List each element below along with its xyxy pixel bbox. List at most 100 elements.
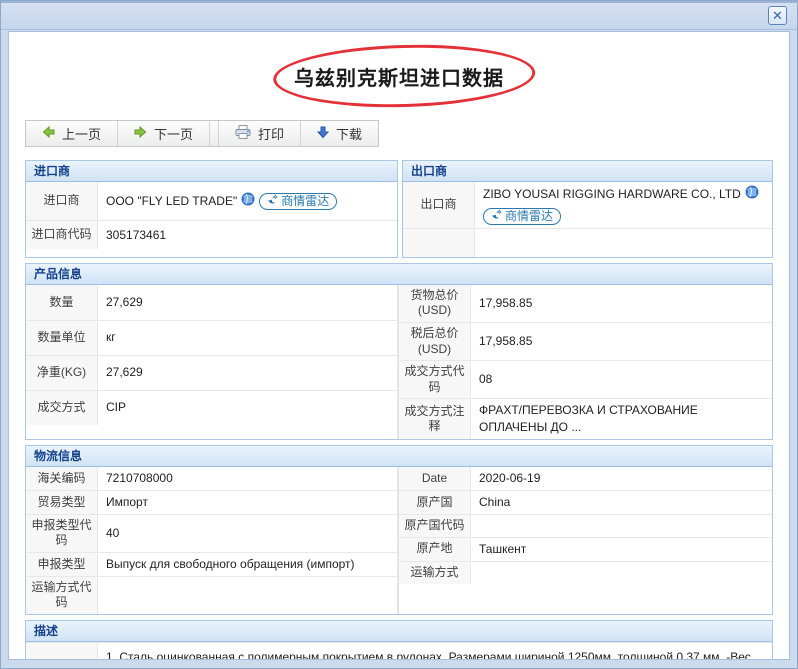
field-label: 数量 <box>26 285 98 320</box>
logistics-info-section: 物流信息 海关编码 7210708000 贸易类型 Импорт 申报类型代码 … <box>25 445 773 615</box>
field-label: 申报类型 <box>26 553 98 576</box>
dialog-content: 乌兹别克斯坦进口数据 上一页 下一页 <box>8 31 790 660</box>
dialog-titlebar <box>1 1 797 30</box>
arrow-left-icon <box>42 126 55 141</box>
field-value: ФРАХТ/ПЕРЕВОЗКА И СТРАХОВАНИЕ ОПЛАЧЕНЫ Д… <box>471 399 772 439</box>
product-right-table: 货物总价 (USD) 17,958.85 税后总价 (USD) 17,958.8… <box>398 285 772 439</box>
table-row: 运输方式 <box>399 561 772 584</box>
table-row: 原产国代码 <box>399 514 772 537</box>
field-label: 原产国代码 <box>399 515 471 537</box>
radar-badge-label: 商情雷达 <box>281 193 329 210</box>
exporter-name-text: ZIBO YOUSAI RIGGING HARDWARE CO., LTD <box>483 186 741 203</box>
field-value: China <box>471 491 772 514</box>
exporter-name-value: ZIBO YOUSAI RIGGING HARDWARE CO., LTD <box>475 182 772 228</box>
table-row: 进口商 OOO "FLY LED TRADE" <box>26 182 397 220</box>
table-row: 运输方式代码 <box>26 576 397 614</box>
table-row: 产品描述 1. Сталь оцинкованная с полимерным … <box>26 642 772 660</box>
exporter-radar-badge[interactable]: 商情雷达 <box>483 208 561 225</box>
table-row <box>403 228 772 257</box>
field-label: 货物总价 (USD) <box>399 285 471 322</box>
field-label: 贸易类型 <box>26 491 98 514</box>
product-info-header: 产品信息 <box>26 264 772 285</box>
importer-code-value: 305173461 <box>98 221 397 249</box>
importer-exporter-section: 进口商 进口商 OOO "FLY LED TRADE" <box>25 160 773 258</box>
table-row: 申报类型代码 40 <box>26 514 397 552</box>
logistics-left-table: 海关编码 7210708000 贸易类型 Импорт 申报类型代码 40 申报… <box>26 467 398 614</box>
satellite-dish-icon <box>267 193 278 210</box>
globe-icon[interactable] <box>241 192 255 211</box>
arrow-right-icon <box>134 126 147 141</box>
table-row: 成交方式注释 ФРАХТ/ПЕРЕВОЗКА И СТРАХОВАНИЕ ОПЛ… <box>399 398 772 439</box>
print-button[interactable]: 打印 <box>219 121 301 146</box>
field-label: 成交方式 <box>26 391 98 425</box>
field-label: 海关编码 <box>26 467 98 490</box>
download-button[interactable]: 下载 <box>301 121 378 146</box>
next-page-button[interactable]: 下一页 <box>118 121 210 146</box>
description-section: 描述 产品描述 1. Сталь оцинкованная с полимерн… <box>25 620 773 660</box>
table-row: 贸易类型 Импорт <box>26 490 397 514</box>
description-value: 1. Сталь оцинкованная с полимерным покры… <box>98 643 772 660</box>
field-value: 17,958.85 <box>471 285 772 322</box>
prev-page-label: 上一页 <box>62 124 101 143</box>
exporter-name-label: 出口商 <box>403 182 475 228</box>
table-row: 数量单位 кг <box>26 320 397 355</box>
field-value <box>98 577 397 614</box>
field-label: 净重(KG) <box>26 356 98 390</box>
logistics-right-table: Date 2020-06-19 原产国 China 原产国代码 原产地 Ташк… <box>398 467 772 614</box>
table-row: 税后总价 (USD) 17,958.85 <box>399 322 772 360</box>
field-label: 成交方式代码 <box>399 361 471 398</box>
description-label: 产品描述 <box>26 643 98 660</box>
next-page-label: 下一页 <box>154 124 193 143</box>
empty-label <box>403 229 475 257</box>
importer-name-label: 进口商 <box>26 182 98 220</box>
field-label: 申报类型代码 <box>26 515 98 552</box>
field-value: CIP <box>98 391 397 425</box>
dialog-window: ✕ 乌兹别克斯坦进口数据 上一页 下一页 <box>0 0 798 669</box>
printer-icon <box>235 125 251 142</box>
exporter-panel: 出口商 出口商 ZIBO YOUSAI RIGGING HARDWARE CO.… <box>402 160 773 258</box>
field-label: Date <box>399 467 471 490</box>
prev-page-button[interactable]: 上一页 <box>26 121 118 146</box>
field-label: 原产地 <box>399 538 471 561</box>
description-header: 描述 <box>26 621 772 642</box>
importer-code-label: 进口商代码 <box>26 221 98 249</box>
field-value: 27,629 <box>98 285 397 320</box>
table-row: 进口商代码 305173461 <box>26 220 397 249</box>
table-row: 成交方式 CIP <box>26 390 397 425</box>
table-row: Date 2020-06-19 <box>399 467 772 490</box>
logistics-info-header: 物流信息 <box>26 446 772 467</box>
print-label: 打印 <box>258 124 284 143</box>
importer-panel: 进口商 进口商 OOO "FLY LED TRADE" <box>25 160 398 258</box>
table-row: 出口商 ZIBO YOUSAI RIGGING HARDWARE CO., LT… <box>403 182 772 228</box>
table-row: 申报类型 Выпуск для свободного обращения (им… <box>26 552 397 576</box>
table-row: 货物总价 (USD) 17,958.85 <box>399 285 772 322</box>
toolbar-separator <box>210 121 219 146</box>
field-value: 7210708000 <box>98 467 397 490</box>
field-label: 运输方式 <box>399 562 471 584</box>
field-label: 运输方式代码 <box>26 577 98 614</box>
field-value: 27,629 <box>98 356 397 390</box>
field-label: 成交方式注释 <box>399 399 471 439</box>
product-info-section: 产品信息 数量 27,629 数量单位 кг 净重(KG) 27,629 <box>25 263 773 440</box>
table-row: 成交方式代码 08 <box>399 360 772 398</box>
download-label: 下载 <box>336 124 362 143</box>
table-row: 原产地 Ташкент <box>399 537 772 561</box>
field-value: Импорт <box>98 491 397 514</box>
importer-name-text: OOO "FLY LED TRADE" <box>106 193 237 210</box>
table-row: 原产国 China <box>399 490 772 514</box>
field-value: кг <box>98 321 397 355</box>
radar-badge-label: 商情雷达 <box>505 208 553 225</box>
importer-name-value: OOO "FLY LED TRADE" <box>98 182 397 220</box>
empty-value <box>475 229 772 257</box>
close-icon[interactable]: ✕ <box>768 6 787 25</box>
globe-icon[interactable] <box>745 185 759 204</box>
table-row: 数量 27,629 <box>26 285 397 320</box>
importer-radar-badge[interactable]: 商情雷达 <box>259 193 337 210</box>
exporter-header: 出口商 <box>403 161 772 182</box>
arrow-down-icon <box>317 126 329 142</box>
field-label: 税后总价 (USD) <box>399 323 471 360</box>
importer-header: 进口商 <box>26 161 397 182</box>
field-label: 原产国 <box>399 491 471 514</box>
field-value: 2020-06-19 <box>471 467 772 490</box>
page-title: 乌兹别克斯坦进口数据 <box>294 62 504 91</box>
